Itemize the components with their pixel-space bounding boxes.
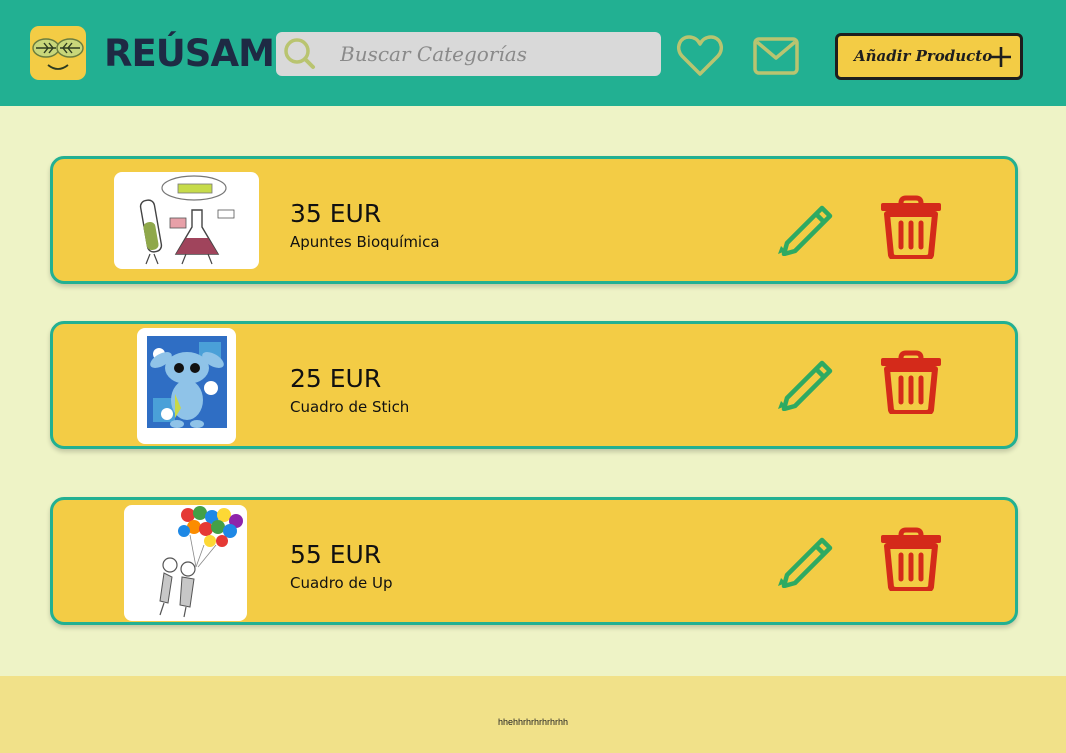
product-card[interactable]: 55 EUR Cuadro de Up: [50, 497, 1018, 625]
product-image-chemistry[interactable]: [114, 172, 259, 269]
product-image-stitch[interactable]: [137, 328, 236, 444]
trash-icon[interactable]: [879, 195, 943, 259]
product-card[interactable]: 25 EUR Cuadro de Stich: [50, 321, 1018, 449]
product-image-up[interactable]: [124, 505, 247, 621]
up-balloons-drawing-image: [159, 506, 243, 618]
search-input[interactable]: [340, 39, 640, 69]
product-price: 55 EUR: [290, 540, 382, 569]
add-product-button[interactable]: Añadir Producto: [835, 33, 1023, 80]
stitch-painting-image: [147, 336, 227, 428]
plus-icon: [991, 47, 1011, 67]
add-product-label: Añadir Producto: [854, 47, 993, 65]
trash-icon[interactable]: [879, 527, 943, 591]
product-card[interactable]: 35 EUR Apuntes Bioquímica: [50, 156, 1018, 284]
footer-text: hhehhrhrhrhrhrhh: [497, 717, 569, 727]
product-price: 35 EUR: [290, 199, 382, 228]
chemistry-drawing-image: [139, 175, 235, 265]
product-name: Cuadro de Stich: [290, 398, 410, 416]
search-bar[interactable]: [276, 32, 661, 76]
footer: hhehhrhrhrhrhrhh: [0, 676, 1066, 753]
product-name: Cuadro de Up: [290, 574, 393, 592]
pencil-icon[interactable]: [773, 196, 837, 256]
logo-face-icon: [32, 38, 84, 70]
brand-name: REÚSAME: [104, 32, 299, 75]
trash-icon[interactable]: [879, 350, 943, 414]
product-price: 25 EUR: [290, 364, 382, 393]
search-icon[interactable]: [280, 36, 318, 72]
pencil-icon[interactable]: [773, 528, 837, 588]
mail-icon[interactable]: [752, 36, 800, 76]
header: REÚSAME Añadir Producto: [0, 0, 1066, 106]
heart-icon[interactable]: [676, 34, 724, 78]
logo[interactable]: [30, 26, 86, 80]
product-name: Apuntes Bioquímica: [290, 233, 440, 251]
pencil-icon[interactable]: [773, 351, 837, 411]
